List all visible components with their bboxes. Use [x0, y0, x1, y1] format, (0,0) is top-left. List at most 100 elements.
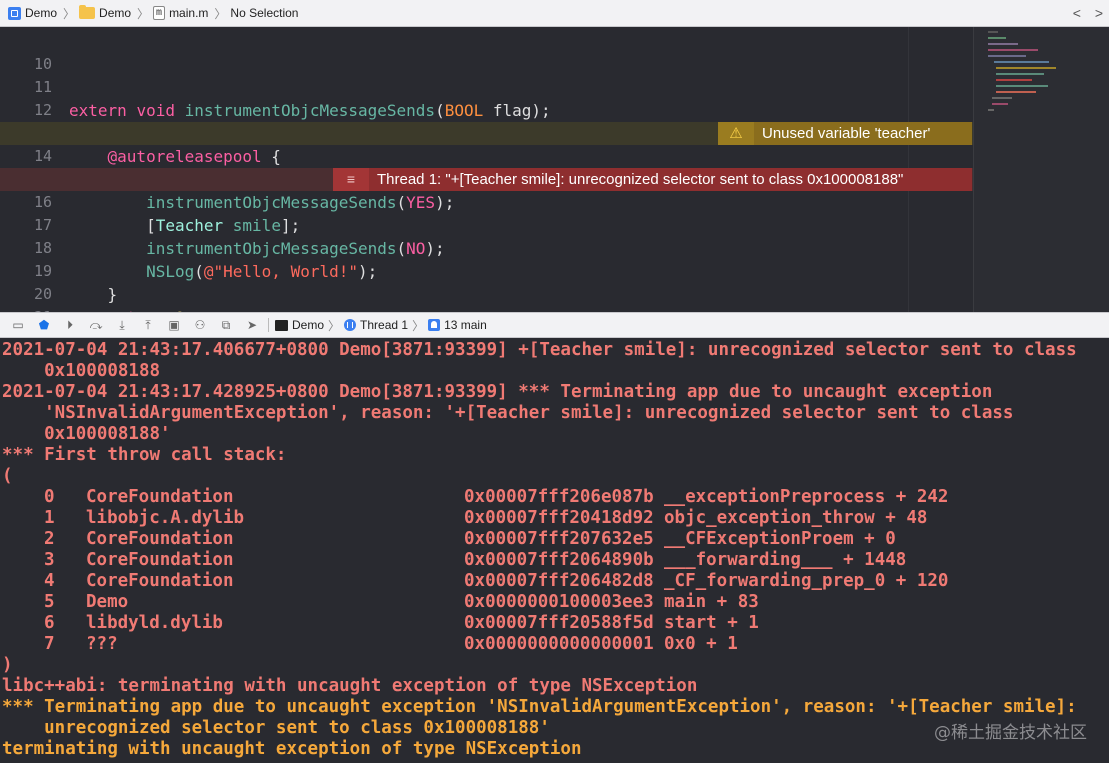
debug-frame-crumb[interactable]: 13 main [428, 318, 487, 332]
console-line: terminating with uncaught exception of t… [2, 739, 582, 759]
minimap-line [988, 109, 994, 111]
breadcrumb-symbol[interactable]: No Selection [230, 6, 298, 20]
stack-frame-module: CoreFoundation [86, 487, 234, 507]
stack-frame-idx: 1 [44, 508, 55, 528]
stack-frame-addr: 0x0000000000000001 [464, 634, 654, 654]
breadcrumb-symbol-label: No Selection [230, 6, 299, 20]
breadcrumb-group[interactable]: Demo [79, 5, 132, 20]
code-editor[interactable]: 10 11 extern void instrumentObjcMessageS… [0, 27, 1109, 312]
minimap-line [996, 91, 1036, 93]
error-banner[interactable]: ≡ Thread 1: "+[Teacher smile]: unrecogni… [333, 168, 972, 191]
stack-frame-addr: 0x00007fff206e087b [464, 487, 654, 507]
code-line[interactable]: 20 return 0; [0, 260, 973, 312]
debug-process-crumb[interactable]: Demo [275, 318, 324, 332]
stack-frame-sym: main + 83 [664, 592, 759, 612]
breadcrumb-project-label: Demo [25, 6, 58, 20]
stack-frame-module: libobjc.A.dylib [86, 508, 245, 528]
code-line[interactable]: 11 extern void instrumentObjcMessageSend… [0, 53, 973, 120]
debug-process-label: Demo [292, 318, 325, 332]
code-line[interactable]: 10 [0, 30, 973, 73]
menu-lines-icon: ≡ [333, 168, 369, 191]
debug-thread-crumb[interactable]: Thread 1 [344, 318, 408, 332]
minimap[interactable] [973, 27, 1109, 312]
forward-arrow-icon[interactable]: > [1095, 5, 1103, 21]
console-output[interactable]: 2021-07-04 21:43:17.406677+0800 Demo[387… [0, 338, 1109, 763]
minimap-line [988, 31, 998, 33]
code-line[interactable]: 19 } [0, 237, 973, 304]
stack-frame-addr: 0x00007fff206482d8 [464, 571, 654, 591]
simulate-location-icon[interactable]: ➤ [244, 317, 260, 333]
watermark: @稀土掘金技术社区 [934, 723, 1087, 743]
chevron-right-icon: 〉 [328, 318, 341, 333]
breakpoints-toggle-icon[interactable]: ⬟ [36, 317, 52, 333]
back-arrow-icon[interactable]: < [1073, 5, 1081, 21]
step-over-icon[interactable]: ⤼ [88, 317, 104, 333]
terminal-icon [275, 319, 288, 331]
stack-frame-idx: 7 [44, 634, 55, 654]
thread-icon [344, 319, 357, 331]
minimap-line [994, 61, 1049, 63]
folder-icon [79, 5, 96, 19]
error-message: Thread 1: "+[Teacher smile]: unrecognize… [377, 171, 904, 188]
minimap-line [988, 43, 1018, 45]
objc-file-icon: m [153, 6, 166, 20]
step-out-icon[interactable]: ⤒ [140, 317, 156, 333]
stack-frame-sym: __exceptionPreprocess + 242 [664, 487, 949, 507]
code-line[interactable]: 21 } [0, 283, 973, 312]
environment-overrides-icon[interactable]: ⧉ [218, 317, 234, 333]
memory-graph-icon[interactable]: ⚇ [192, 317, 208, 333]
code-line[interactable]: 15 instrumentObjcMessageSends(YES); [0, 145, 973, 212]
stack-frame-addr: 0x00007fff207632e5 [464, 529, 654, 549]
debug-thread-label: Thread 1 [360, 318, 409, 332]
minimap-line [992, 103, 1008, 105]
breadcrumb-file-label: main.m [169, 6, 209, 20]
minimap-line [996, 67, 1056, 69]
console-line: 0x100008188 [2, 361, 161, 381]
stack-frame-icon [428, 319, 441, 331]
stack-frame-module: ??? [86, 634, 118, 654]
breadcrumb-file[interactable]: m main.m [153, 6, 208, 20]
stack-frame-module: CoreFoundation [86, 550, 234, 570]
minimap-line [988, 49, 1038, 51]
breadcrumb-group-label: Demo [99, 6, 132, 20]
xcode-project-icon [8, 6, 21, 20]
code-line[interactable]: 17 instrumentObjcMessageSends(NO); [0, 191, 973, 258]
console-line: 2021-07-04 21:43:17.406677+0800 Demo[387… [2, 340, 1077, 360]
code-line[interactable]: 12 int main(int argc, const char * argv[… [0, 76, 973, 143]
continue-icon[interactable]: ⏵ [62, 317, 78, 333]
minimap-line [988, 55, 1026, 57]
minimap-line [992, 97, 1012, 99]
stack-frame-idx: 0 [44, 487, 55, 507]
jump-bar: Demo 〉 Demo 〉 m main.m 〉 No Selection < … [0, 0, 1109, 27]
chevron-right-icon: 〉 [412, 318, 425, 333]
chevron-right-icon: 〉 [214, 6, 227, 21]
console-line: 2021-07-04 21:43:17.428925+0800 Demo[387… [2, 382, 993, 402]
console-line: 0x100008188' [2, 424, 171, 444]
stack-frame-addr: 0x00007fff20588f5d [464, 613, 654, 633]
stack-frame-addr: 0x0000000100003ee3 [464, 592, 654, 612]
view-hierarchy-icon[interactable]: ▣ [166, 317, 182, 333]
code-line[interactable]: 18 NSLog(@"Hello, World!"); [0, 214, 973, 281]
console-line: *** Terminating app due to uncaught exce… [2, 697, 1077, 717]
stack-frame-idx: 3 [44, 550, 55, 570]
chevron-right-icon: 〉 [137, 6, 150, 21]
minimap-line [988, 37, 1006, 39]
code-line[interactable]: 13 @autoreleasepool { [0, 99, 973, 166]
stack-frame-addr: 0x00007fff20418d92 [464, 508, 654, 528]
breadcrumb-project[interactable]: Demo [0, 6, 57, 20]
stack-frame-idx: 4 [44, 571, 55, 591]
console-line: *** First throw call stack: [2, 445, 287, 465]
step-into-icon[interactable]: ⤓ [114, 317, 130, 333]
stack-frame-module: CoreFoundation [86, 529, 234, 549]
stack-frame-sym: __CFExceptionProem + 0 [664, 529, 896, 549]
minimap-line [996, 85, 1048, 87]
console-line: 'NSInvalidArgumentException', reason: '+… [2, 403, 1014, 423]
console-line: unrecognized selector sent to class 0x10… [2, 718, 550, 738]
warning-banner[interactable]: ⚠ Unused variable 'teacher' [718, 122, 972, 145]
hide-debug-area-icon[interactable]: ▭ [10, 317, 26, 333]
debug-bar: ▭ ⬟ ⏵ ⤼ ⤓ ⤒ ▣ ⚇ ⧉ ➤ Demo 〉 Thread 1 〉 13… [0, 312, 1109, 338]
warning-triangle-icon: ⚠ [718, 122, 754, 145]
stack-frame-module: libdyld.dylib [86, 613, 223, 633]
console-line: ( [2, 466, 13, 486]
chevron-right-icon: 〉 [63, 6, 76, 21]
